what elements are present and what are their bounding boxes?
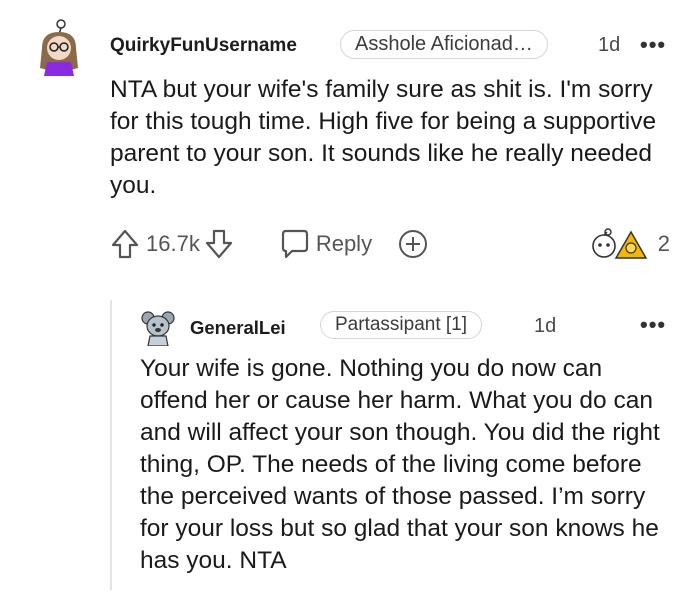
vote-score: 16.7k [146, 231, 200, 256]
comment-body: NTA but your wife's family sure as shit … [110, 76, 657, 199]
thread-line[interactable] [110, 300, 112, 590]
comment-user-flair: Asshole Aficionad… [340, 30, 548, 59]
reply-body: Your wife is gone. Nothing you do now ca… [140, 355, 660, 574]
upvote-icon[interactable] [110, 228, 140, 260]
reply-icon[interactable] [278, 228, 312, 260]
comment-actions: 16.7k Reply 2 [110, 226, 670, 262]
reply-more-icon[interactable]: ••• [640, 312, 666, 338]
downvote-icon[interactable] [204, 228, 234, 260]
reply-age: 1d [534, 315, 557, 337]
comment-more-icon[interactable]: ••• [640, 32, 666, 58]
reply-button[interactable]: Reply [316, 231, 372, 257]
comment-age: 1d [598, 34, 621, 56]
reply-user-flair: Partassipant [1] [320, 311, 483, 339]
add-award-icon[interactable] [396, 227, 430, 261]
reply-username[interactable]: GeneralLei [190, 317, 286, 339]
reply-avatar[interactable] [140, 308, 176, 346]
awards-count: 2 [657, 231, 670, 256]
user-avatar[interactable] [36, 18, 82, 76]
comment-username[interactable]: QuirkyFunUsername [110, 35, 297, 57]
award-icons[interactable] [586, 226, 656, 262]
